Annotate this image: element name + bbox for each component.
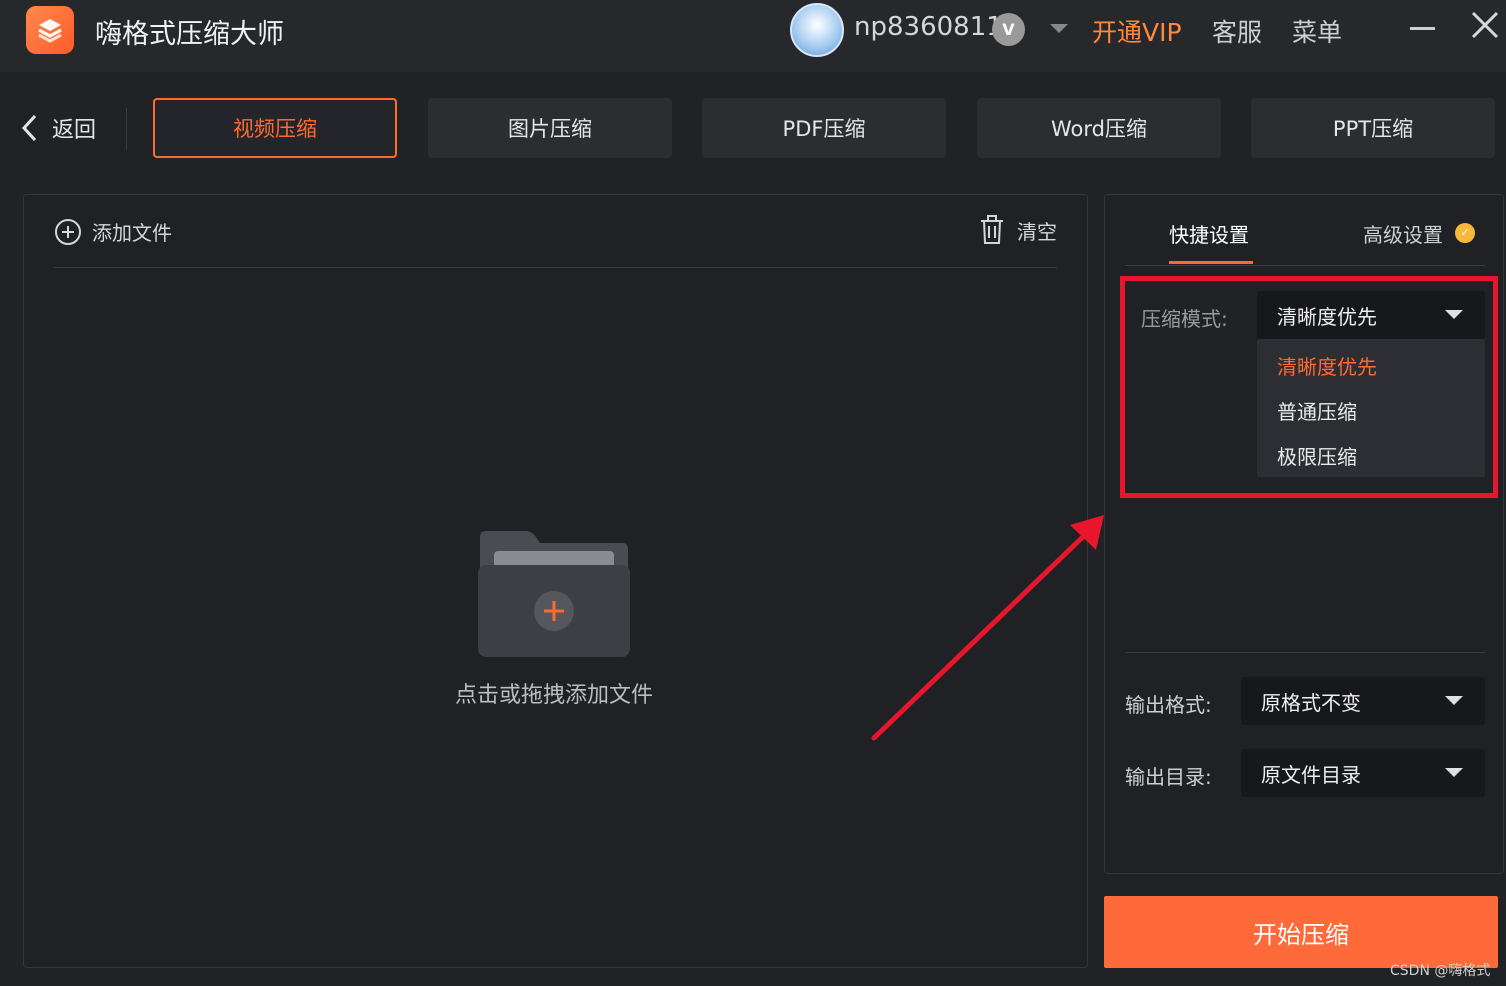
close-icon[interactable] [1470,10,1500,40]
chevron-down-icon [1445,310,1463,319]
file-panel: 添加文件 清空 点击或拖拽添加文件 [23,194,1088,968]
active-tab-indicator [1169,261,1253,264]
folder-add-icon[interactable] [476,529,632,659]
tab-word-compress[interactable]: Word压缩 [977,98,1221,158]
back-button[interactable]: 返回 [20,110,96,146]
app-title: 嗨格式压缩大师 [95,19,284,50]
option-clarity-first[interactable]: 清晰度优先 [1277,351,1377,380]
start-compress-button[interactable]: 开始压缩 [1104,896,1498,968]
output-format-label: 输出格式: [1125,693,1212,717]
back-label: 返回 [52,118,97,143]
minimize-icon[interactable] [1410,27,1435,30]
divider [54,267,1057,268]
tab-quick-settings[interactable]: 快捷设置 [1169,219,1249,248]
option-normal-compress[interactable]: 普通压缩 [1277,396,1357,425]
vip-icon: ✓ [1455,223,1475,243]
compress-mode-value: 清晰度优先 [1277,304,1377,329]
chevron-down-icon[interactable] [1050,24,1068,33]
trash-icon [981,215,1003,244]
tab-advanced-settings[interactable]: 高级设置 [1363,219,1443,248]
output-dir-label: 输出目录: [1125,765,1212,789]
settings-panel: 快捷设置 高级设置 ✓ 压缩模式: 清晰度优先 清晰度优先 普通压缩 极限压缩 … [1104,194,1504,874]
output-format-value: 原格式不变 [1261,690,1361,715]
add-file-label: 添加文件 [92,221,172,245]
menu-link[interactable]: 菜单 [1292,13,1342,49]
watermark: CSDN @嗨格式 [1390,963,1491,979]
tab-ppt-compress[interactable]: PPT压缩 [1251,98,1495,158]
customer-service-link[interactable]: 客服 [1212,13,1262,49]
open-vip-link[interactable]: 开通VIP [1092,13,1182,49]
compress-mode-select[interactable]: 清晰度优先 [1257,291,1485,339]
vip-badge-icon: V [992,13,1025,46]
compress-mode-label: 压缩模式: [1141,307,1228,331]
username[interactable]: np8360811 [854,12,1003,42]
tab-video-compress[interactable]: 视频压缩 [153,98,397,158]
add-file-button[interactable]: 添加文件 [54,217,172,246]
chevron-left-icon [21,114,37,142]
output-dir-select[interactable]: 原文件目录 [1241,749,1485,797]
tab-pdf-compress[interactable]: PDF压缩 [702,98,946,158]
clear-label: 清空 [1017,219,1057,244]
output-format-select[interactable]: 原格式不变 [1241,677,1485,725]
avatar[interactable] [790,3,844,57]
title-bar: 嗨格式压缩大师 np8360811 V 开通VIP 客服 菜单 [0,0,1506,72]
chevron-down-icon [1445,696,1463,705]
divider [1125,652,1485,653]
divider [126,108,127,150]
drop-hint[interactable]: 点击或拖拽添加文件 [444,677,664,709]
option-extreme-compress[interactable]: 极限压缩 [1277,441,1357,470]
tab-image-compress[interactable]: 图片压缩 [428,98,672,158]
chevron-down-icon [1445,768,1463,777]
add-circle-icon [55,218,81,245]
divider [1125,265,1485,266]
clear-button[interactable]: 清空 [979,215,1057,245]
app-logo-icon [26,6,74,54]
compress-mode-dropdown: 清晰度优先 普通压缩 极限压缩 [1257,339,1485,477]
output-dir-value: 原文件目录 [1261,762,1361,787]
